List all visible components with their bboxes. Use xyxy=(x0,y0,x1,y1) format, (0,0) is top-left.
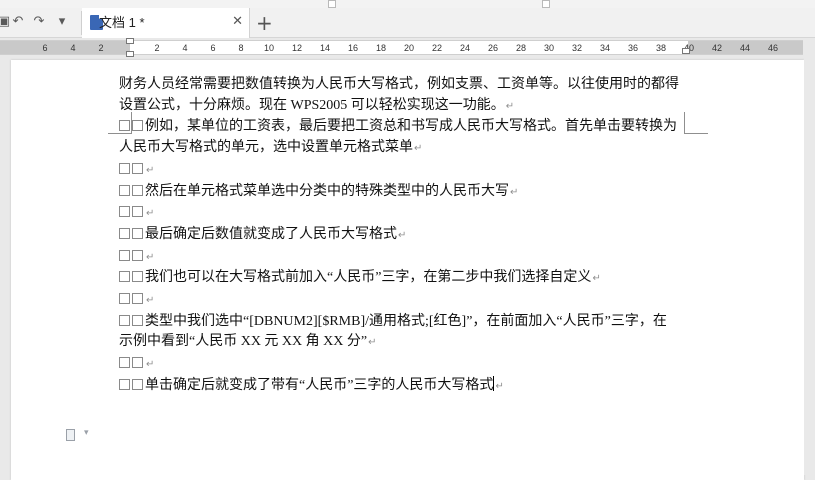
paragraph-text: 例如，某单位的工资表，最后要把工资总和书写成人民币大写格式。首先单击要转换为人民… xyxy=(119,119,677,156)
document-tab-bar: ▣ ↶ ↷ ▾ 文档 1 * ✕ + xyxy=(0,8,815,38)
paragraph[interactable]: ↵ xyxy=(119,160,679,182)
ruler-tick-label: 2 xyxy=(98,43,104,53)
paragraph-mark-icon: ↵ xyxy=(592,273,601,285)
fullwidth-space-glyph xyxy=(119,162,130,174)
paragraph[interactable]: 类型中我们选中“[DBNUM2][$RMB]/通用格式;[红色]”，在前面加入“… xyxy=(119,312,679,354)
ruler-tick-label: 42 xyxy=(711,43,723,53)
paragraph-mark-icon: ↵ xyxy=(368,337,377,349)
paragraph[interactable]: 例如，某单位的工资表，最后要把工资总和书写成人民币大写格式。首先单击要转换为人民… xyxy=(119,117,679,159)
paragraph[interactable]: 最后确定后数值就变成了人民币大写格式↵ xyxy=(119,225,679,247)
group-expander-icon[interactable] xyxy=(328,0,336,8)
fullwidth-space-glyph xyxy=(119,378,130,390)
fullwidth-space-glyph xyxy=(119,357,130,369)
redo-icon[interactable]: ↷ xyxy=(31,14,47,30)
paragraph[interactable]: 我们也可以在大写格式前加入“人民币”三字，在第二步中我们选择自定义↵ xyxy=(119,268,679,290)
first-line-indent-marker[interactable] xyxy=(126,38,134,44)
paragraph[interactable]: ↵ xyxy=(119,354,679,376)
ruler-tick-label: 18 xyxy=(375,43,387,53)
paragraph-mark-icon: ↵ xyxy=(146,295,155,307)
fullwidth-space-glyph xyxy=(119,206,130,218)
ruler-tick-label: 20 xyxy=(403,43,415,53)
ruler-tick-label: 22 xyxy=(431,43,443,53)
fullwidth-space-glyph xyxy=(119,314,130,326)
ruler-tick-label: 2 xyxy=(154,43,160,53)
fullwidth-space-glyph xyxy=(132,357,143,369)
ruler-tick-label: 26 xyxy=(487,43,499,53)
paragraph-text: 我们也可以在大写格式前加入“人民币”三字，在第二步中我们选择自定义 xyxy=(145,270,592,286)
paragraph[interactable]: ↵ xyxy=(119,203,679,225)
ruler-tick-label: 16 xyxy=(347,43,359,53)
paragraph-mark-icon: ↵ xyxy=(495,380,504,392)
document-tab-title: 文档 1 * xyxy=(99,15,145,30)
fullwidth-space-glyph xyxy=(132,120,143,132)
ruler-tick-label: 46 xyxy=(767,43,779,53)
crop-mark xyxy=(684,133,708,134)
paragraph-text: 然后在单元格式菜单选中分类中的特殊类型中的人民币大写 xyxy=(145,183,509,199)
undo-icon[interactable]: ↶ xyxy=(10,14,26,30)
fullwidth-space-glyph xyxy=(132,378,143,390)
paragraph[interactable]: ↵ xyxy=(119,290,679,312)
paragraph-mark-icon: ↵ xyxy=(146,164,155,176)
document-tab[interactable]: 文档 1 * ✕ xyxy=(82,8,250,38)
ruler-tick-label: 14 xyxy=(319,43,331,53)
fullwidth-space-glyph xyxy=(132,314,143,326)
fullwidth-space-glyph xyxy=(119,184,130,196)
fullwidth-space-glyph xyxy=(132,184,143,196)
ruler-tick-label: 36 xyxy=(627,43,639,53)
paragraph-mark-icon: ↵ xyxy=(398,229,407,241)
right-indent-marker[interactable] xyxy=(682,48,690,54)
fullwidth-space-glyph xyxy=(132,162,143,174)
ruler-tick-label: 4 xyxy=(70,43,76,53)
paragraph[interactable]: 单击确定后就变成了带有“人民币”三字的人民币大写格式 ↵ xyxy=(119,375,679,398)
paragraph[interactable]: ↵ xyxy=(119,247,679,269)
paragraph-text: 财务人员经常需要把数值转换为人民币大写格式，例如支票、工资单等。以往使用时的都得… xyxy=(119,77,679,113)
chevron-down-icon[interactable]: ▾ xyxy=(84,428,89,438)
left-indent-marker[interactable] xyxy=(126,51,134,57)
document-body[interactable]: 财务人员经常需要把数值转换为人民币大写格式，例如支票、工资单等。以往使用时的都得… xyxy=(119,75,679,398)
fullwidth-space-glyph xyxy=(119,271,130,283)
ruler-tick-label: 10 xyxy=(263,43,275,53)
paste-options-icon[interactable] xyxy=(66,429,75,441)
ruler-tick-label: 6 xyxy=(210,43,216,53)
vertical-scrollbar[interactable] xyxy=(804,58,815,475)
ruler-tick-label: 6 xyxy=(42,43,48,53)
ruler-tick-label: 34 xyxy=(599,43,611,53)
fullwidth-space-glyph xyxy=(119,227,130,239)
paragraph-mark-icon: ↵ xyxy=(146,208,155,220)
paragraph[interactable]: 财务人员经常需要把数值转换为人民币大写格式，例如支票、工资单等。以往使用时的都得… xyxy=(119,75,679,117)
fullwidth-space-glyph xyxy=(132,227,143,239)
ruler-tick-label: 4 xyxy=(182,43,188,53)
more-commands-icon[interactable]: ▾ xyxy=(54,14,70,30)
ruler-tick-label: 44 xyxy=(739,43,751,53)
ruler-tick-label: 12 xyxy=(291,43,303,53)
paragraph-mark-icon: ↵ xyxy=(505,100,515,112)
fullwidth-space-glyph xyxy=(119,293,130,305)
crop-mark xyxy=(684,112,685,134)
fullwidth-space-glyph xyxy=(132,249,143,261)
paragraph-text: 类型中我们选中“[DBNUM2][$RMB]/通用格式;[红色]”，在前面加入“… xyxy=(119,313,667,350)
left-margin-area xyxy=(0,41,130,54)
fullwidth-space-glyph xyxy=(132,271,143,283)
ruler-tick-label: 38 xyxy=(655,43,667,53)
ruler-tick-label: 8 xyxy=(238,43,244,53)
paragraph-text: 单击确定后就变成了带有“人民币”三字的人民币大写格式 xyxy=(145,377,494,393)
paragraph-mark-icon: ↵ xyxy=(146,359,155,371)
horizontal-ruler[interactable]: 6422468101214161820222426283032343638404… xyxy=(0,38,815,58)
fullwidth-space-glyph xyxy=(119,249,130,261)
fullwidth-space-glyph xyxy=(132,206,143,218)
group-expander-icon[interactable] xyxy=(542,0,550,8)
close-icon[interactable]: ✕ xyxy=(232,14,243,30)
paragraph-text: 最后确定后数值就变成了人民币大写格式 xyxy=(145,226,397,242)
paragraph-mark-icon: ↵ xyxy=(510,186,519,198)
fullwidth-space-glyph xyxy=(132,293,143,305)
paragraph-mark-icon: ↵ xyxy=(146,251,155,263)
fullwidth-space-glyph xyxy=(119,120,130,132)
paragraph[interactable]: 然后在单元格式菜单选中分类中的特殊类型中的人民币大写↵ xyxy=(119,182,679,204)
ruler-tick-label: 28 xyxy=(515,43,527,53)
new-tab-icon[interactable]: + xyxy=(256,12,273,34)
ruler-tick-label: 30 xyxy=(543,43,555,53)
paragraph-mark-icon: ↵ xyxy=(414,143,423,155)
ruler-tick-label: 32 xyxy=(571,43,583,53)
ruler-tick-label: 24 xyxy=(459,43,471,53)
